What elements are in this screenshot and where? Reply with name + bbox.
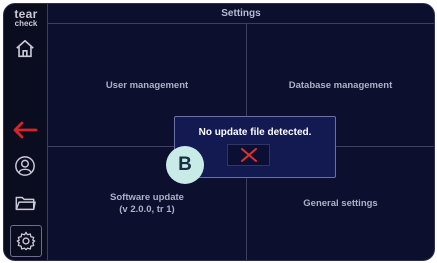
settings-button[interactable]: [10, 225, 42, 257]
folder-icon: [15, 196, 36, 211]
dialog-message: No update file detected.: [198, 127, 312, 138]
database-management-label: Database management: [288, 79, 393, 91]
device-frame: tear check Settings User management Data…: [0, 0, 437, 263]
software-version-label: (v 2.0.0, tr 1): [119, 203, 175, 215]
logo-text-bottom: check: [14, 19, 38, 28]
sidebar: tear check: [4, 4, 48, 260]
page-title: Settings: [48, 4, 434, 24]
software-update-label: Software update: [110, 191, 184, 203]
gear-icon: [16, 231, 36, 251]
arrow-left-icon: [13, 121, 38, 139]
close-x-icon: [241, 148, 257, 162]
home-icon: [16, 39, 34, 58]
tearcheck-logo: tear check: [8, 8, 44, 28]
back-button[interactable]: [12, 119, 38, 141]
callout-badge: B: [166, 146, 204, 184]
general-settings-label: General settings: [303, 198, 378, 209]
screen: tear check Settings User management Data…: [3, 3, 435, 261]
user-button[interactable]: [14, 155, 36, 177]
user-icon: [15, 156, 35, 176]
user-management-label: User management: [105, 79, 189, 91]
folder-button[interactable]: [14, 192, 36, 214]
home-button[interactable]: [14, 38, 36, 60]
dialog-close-button[interactable]: [227, 144, 270, 166]
